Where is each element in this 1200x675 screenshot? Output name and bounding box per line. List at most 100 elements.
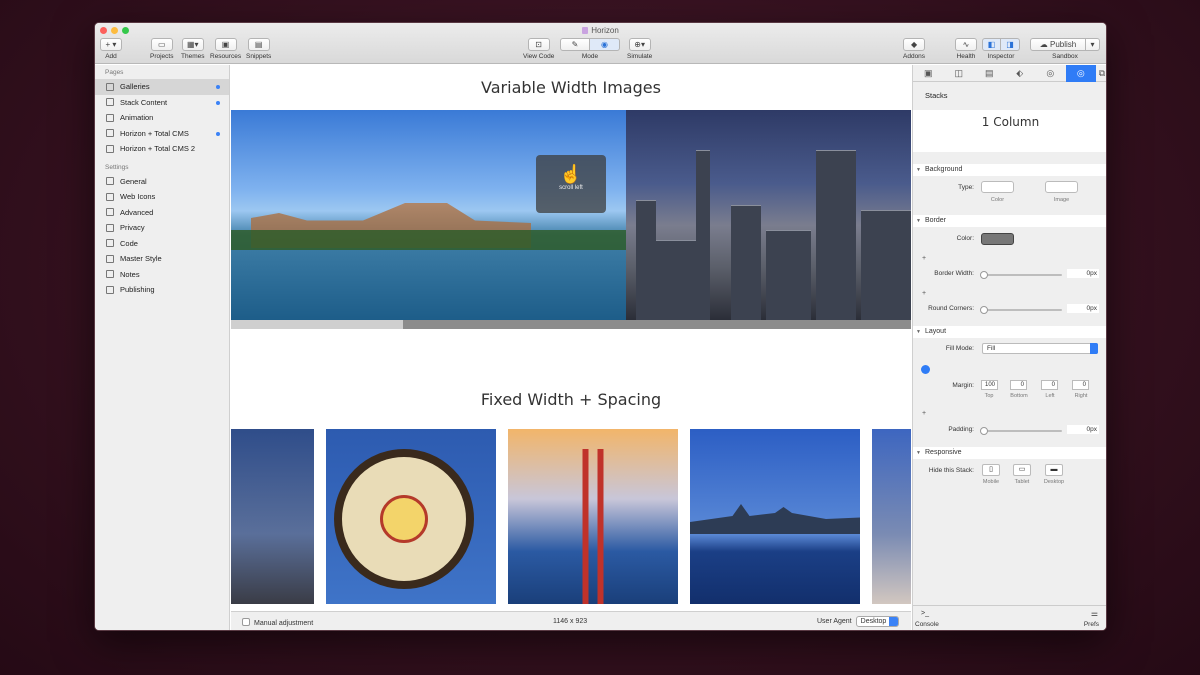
- sidebar-item-web-icons[interactable]: Web Icons: [95, 189, 229, 205]
- sidebar-item-notes[interactable]: Notes: [95, 267, 229, 283]
- sidebar-item-label: Privacy: [120, 223, 145, 233]
- addons-button[interactable]: ◆ Addons: [903, 38, 925, 60]
- margin-right-input[interactable]: 0: [1072, 380, 1089, 390]
- margin-bottom-input[interactable]: 0: [1010, 380, 1027, 390]
- themes-button[interactable]: ▦▾ Themes: [181, 38, 204, 60]
- brush-icon: [106, 254, 114, 263]
- chevron-down-icon[interactable]: ▾: [1086, 38, 1100, 51]
- copy-inspector-tab-icon[interactable]: ⧉: [1096, 65, 1106, 82]
- inspector-segment[interactable]: ◧ ◨ Inspector: [982, 38, 1020, 60]
- hand-swipe-icon: ☝: [559, 164, 583, 184]
- user-agent-select[interactable]: Desktop: [855, 616, 900, 627]
- stack-name: 1 Column: [913, 110, 1106, 152]
- sidebar-item-stack-content[interactable]: Stack Content: [95, 95, 229, 111]
- background-section-header[interactable]: Background: [913, 164, 1106, 176]
- sidebar-item-label: Advanced: [120, 207, 154, 217]
- margin-top-input[interactable]: 100: [981, 380, 998, 390]
- pages-list: Galleries Stack Content Animation Horizon +…: [95, 79, 229, 157]
- border-width-slider[interactable]: [980, 271, 1062, 279]
- plus-icon[interactable]: +: [922, 290, 928, 297]
- projects-button[interactable]: ▭ Projects: [150, 38, 173, 60]
- stack-inspector-tab-icon[interactable]: ◎: [1065, 65, 1096, 82]
- desktop-icon[interactable]: ▬: [1045, 464, 1063, 476]
- console-icon[interactable]: >_: [921, 610, 929, 617]
- layout-section-header[interactable]: Layout: [913, 326, 1106, 338]
- crab-emblem: [380, 495, 428, 543]
- border-color-swatch[interactable]: [981, 233, 1014, 245]
- margin-row: Margin: 100 0 0 0 Top Bottom Left Right: [952, 380, 1089, 399]
- sidebar-item-general[interactable]: General: [95, 174, 229, 190]
- sidebar-item-horizon-total-cms[interactable]: Horizon + Total CMS: [95, 126, 229, 142]
- round-corners-slider[interactable]: [980, 306, 1062, 314]
- scrollbar-thumb[interactable]: [403, 320, 911, 329]
- publish-main[interactable]: ☁ Publish: [1030, 38, 1086, 51]
- gallery-image-fishermans-wharf: [326, 429, 496, 604]
- prefs-button[interactable]: Prefs: [1084, 621, 1099, 628]
- border-color-row: Color:: [913, 233, 1106, 247]
- sidebar-item-galleries[interactable]: Galleries: [95, 79, 229, 95]
- tag-inspector-tab-icon[interactable]: ⬖: [1005, 65, 1036, 82]
- padding-row: Padding: 0px: [948, 425, 1099, 435]
- fill-mode-select[interactable]: Fill: [982, 343, 1098, 354]
- header-inspector-tab-icon[interactable]: ▤: [974, 65, 1005, 82]
- sidebar-item-horizon-total-cms-2[interactable]: Horizon + Total CMS 2: [95, 141, 229, 157]
- gallery-image-painted-ladies: [872, 429, 911, 604]
- sliders-icon[interactable]: ⚌: [1091, 609, 1098, 618]
- plus-icon[interactable]: +: [922, 255, 928, 262]
- status-dot: [216, 85, 220, 89]
- image-icon[interactable]: [1045, 181, 1078, 193]
- dimensions-readout: 1146 x 923: [553, 618, 588, 625]
- target-inspector-tab-icon[interactable]: ◎: [1035, 65, 1066, 82]
- simulate-button[interactable]: ⊕▾ Simulate: [627, 38, 652, 60]
- color-wheel-icon[interactable]: [981, 181, 1014, 193]
- mode-segment[interactable]: ✎ ◉ Mode: [560, 38, 620, 60]
- sidebar-item-privacy[interactable]: Privacy: [95, 220, 229, 236]
- fill-mode-row: Fill Mode: Fill: [913, 343, 1106, 355]
- manual-adjustment-checkbox[interactable]: Manual adjustment: [242, 618, 313, 627]
- page-inspector-tab-icon[interactable]: ▣: [913, 65, 944, 82]
- border-section-header[interactable]: Border: [913, 215, 1106, 227]
- sidebar: Pages Galleries Stack Content Animation Hor…: [95, 65, 230, 630]
- console-button[interactable]: Console: [915, 621, 939, 628]
- plus-icon[interactable]: +: [922, 410, 928, 417]
- building-shape: [636, 200, 656, 320]
- sidebar-item-label: Master Style: [120, 254, 162, 264]
- simulate-icon: ⊕▾: [628, 38, 651, 51]
- mobile-icon[interactable]: ▯: [982, 464, 1000, 476]
- building-shape: [766, 230, 811, 320]
- edit-mode-icon[interactable]: ✎: [560, 38, 590, 51]
- sidebar-item-label: Horizon + Total CMS: [120, 128, 189, 138]
- inspector-tabs: ▣ ◫ ▤ ⬖ ◎ ◎ ⧉: [913, 65, 1106, 82]
- minus-icon[interactable]: [921, 365, 930, 374]
- sidebar-left-icon[interactable]: ◧: [982, 38, 1001, 51]
- variable-width-gallery[interactable]: [231, 110, 911, 320]
- transamerica-shape: [696, 150, 710, 320]
- layout-inspector-tab-icon[interactable]: ◫: [944, 65, 975, 82]
- sidebar-item-animation[interactable]: Animation: [95, 110, 229, 126]
- sidebar-item-publishing[interactable]: Publishing: [95, 282, 229, 298]
- responsive-section-header[interactable]: Responsive: [913, 447, 1106, 459]
- plus-icon: + ▾: [100, 38, 122, 51]
- sidebar-item-advanced[interactable]: Advanced: [95, 205, 229, 221]
- health-button[interactable]: ∿ Health: [955, 38, 977, 60]
- preview-mode-icon[interactable]: ◉: [590, 38, 620, 51]
- view-code-button[interactable]: ⊡ View Code: [523, 38, 554, 60]
- resources-button[interactable]: ▣ Resources: [210, 38, 241, 60]
- publish-button[interactable]: ☁ Publish ▾ Sandbox: [1030, 38, 1100, 60]
- tablet-icon[interactable]: ▭: [1013, 464, 1031, 476]
- preview-canvas[interactable]: Variable Width Images ☝ scroll left Fixe…: [231, 65, 911, 613]
- sidebar-right-icon[interactable]: ◨: [1001, 38, 1020, 51]
- padding-slider[interactable]: [980, 427, 1062, 435]
- round-corners-row: Round Corners: 0px: [928, 304, 1099, 314]
- status-dot: [216, 100, 220, 105]
- gallery-scrollbar[interactable]: [231, 320, 911, 329]
- sidebar-item-code[interactable]: Code: [95, 236, 229, 252]
- border-width-row: Border Width: 0px: [934, 269, 1099, 279]
- sidebar-item-master-style[interactable]: Master Style: [95, 251, 229, 267]
- margin-left-input[interactable]: 0: [1041, 380, 1058, 390]
- snippets-button[interactable]: ▤ Snippets: [246, 38, 271, 60]
- checkbox-box[interactable]: [242, 618, 250, 626]
- fixed-width-gallery[interactable]: [231, 429, 911, 604]
- settings-header: Settings: [105, 163, 129, 171]
- add-button[interactable]: + ▾ Add: [100, 38, 122, 60]
